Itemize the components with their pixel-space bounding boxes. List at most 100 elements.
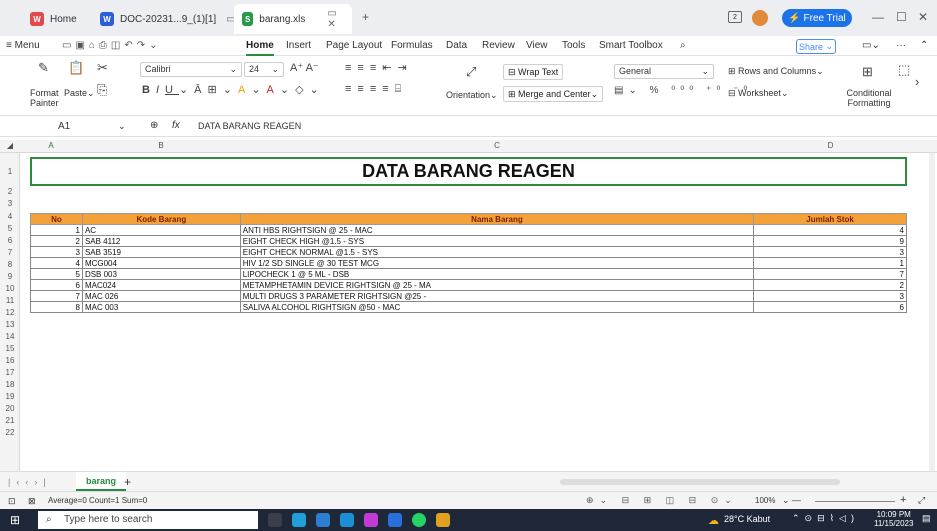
- copy-icon[interactable]: ⎘: [97, 82, 107, 98]
- cell-stok[interactable]: 3: [753, 290, 907, 302]
- tab-menu-smart-toolbox[interactable]: Smart Toolbox: [599, 40, 663, 51]
- cell-no[interactable]: 1: [30, 224, 83, 236]
- sheet-nav-icons[interactable]: |‹‹›|: [8, 477, 52, 487]
- tab-close-icon[interactable]: ▭ ✕: [327, 8, 344, 30]
- row-header[interactable]: 2: [0, 187, 20, 196]
- share-button[interactable]: Share ⌄: [796, 39, 836, 54]
- format-painter-button[interactable]: Format Painter: [30, 88, 60, 108]
- cell-kode[interactable]: DSB 003: [81, 268, 241, 280]
- collapse-ribbon-icon[interactable]: ⌃: [920, 40, 928, 51]
- cell-nama[interactable]: EIGHT CHECK NORMAL @1.5 - SYS: [239, 246, 755, 258]
- cell-no[interactable]: 5: [30, 268, 83, 280]
- status-view-icon[interactable]: ⊡: [8, 496, 16, 507]
- tab-menu-view[interactable]: View: [526, 40, 548, 51]
- file-explorer-icon[interactable]: [316, 513, 330, 527]
- cell-stok[interactable]: 3: [753, 246, 907, 258]
- cell-stok[interactable]: 7: [753, 268, 907, 280]
- search-icon[interactable]: ⌕: [680, 40, 686, 51]
- vscode-icon[interactable]: [388, 513, 402, 527]
- rows-columns-button[interactable]: ⊞ Rows and Columns⌄: [728, 66, 824, 77]
- taskbar-search[interactable]: ⌕ Type here to search: [38, 511, 258, 529]
- row-header[interactable]: 18: [0, 380, 20, 389]
- zoom-formula-icon[interactable]: ⊕: [150, 120, 158, 131]
- column-header-b[interactable]: B: [82, 141, 240, 150]
- header-no[interactable]: No: [30, 213, 83, 225]
- row-header[interactable]: 6: [0, 236, 20, 245]
- sheet-title-cell[interactable]: DATA BARANG REAGEN: [30, 157, 907, 186]
- cell-kode[interactable]: SAB 4112: [81, 235, 241, 247]
- window-layout-icon[interactable]: 2: [728, 11, 742, 23]
- cell-nama[interactable]: LIPOCHECK 1 @ 5 ML - DSB: [239, 268, 755, 280]
- font-style-icons[interactable]: BIU⌄Ā⊞⌄A⌄A⌄◇⌄: [142, 83, 325, 96]
- mail-icon[interactable]: [340, 513, 354, 527]
- name-box[interactable]: A1: [58, 121, 70, 132]
- row-header[interactable]: 12: [0, 308, 20, 317]
- select-all-corner[interactable]: ◢: [0, 141, 20, 150]
- tab-menu-data[interactable]: Data: [446, 40, 467, 51]
- increase-font-icon[interactable]: A⁺ A⁻: [290, 61, 319, 74]
- comment-icon[interactable]: ▭⌄: [862, 40, 880, 51]
- worksheet-button[interactable]: ⊟ Worksheet⌄: [728, 88, 788, 99]
- tab-menu-insert[interactable]: Insert: [286, 40, 311, 51]
- windows-start-icon[interactable]: ⊞: [10, 513, 20, 527]
- header-jumlah-stok[interactable]: Jumlah Stok: [753, 213, 907, 225]
- tab-menu-tools[interactable]: Tools: [562, 40, 585, 51]
- row-header[interactable]: 9: [0, 272, 20, 281]
- row-header[interactable]: 4: [0, 212, 20, 221]
- cell-nama[interactable]: ANTI HBS RIGHTSIGN @ 25 - MAC: [239, 224, 755, 236]
- orientation-button[interactable]: Orientation⌄: [446, 90, 498, 101]
- formula-input[interactable]: DATA BARANG REAGEN: [198, 121, 301, 131]
- vertical-scrollbar[interactable]: [929, 153, 935, 471]
- cell-no[interactable]: 8: [30, 301, 83, 313]
- whatsapp-icon[interactable]: [412, 513, 426, 527]
- app-icon[interactable]: [436, 513, 450, 527]
- free-trial-button[interactable]: ⚡ Free Trial: [782, 9, 852, 27]
- more-icon[interactable]: ···: [896, 40, 906, 51]
- ribbon-scroll-right-icon[interactable]: ›: [915, 74, 919, 89]
- fullscreen-icon[interactable]: ⤢: [918, 495, 925, 506]
- zoom-slider[interactable]: [815, 501, 895, 502]
- macro-icon[interactable]: ⊠: [28, 496, 36, 507]
- cell-stok[interactable]: 1: [753, 257, 907, 269]
- cell-nama[interactable]: MULTI DRUGS 3 PARAMETER RIGHTSIGN @25 -: [239, 290, 755, 302]
- function-icon[interactable]: fx: [172, 120, 180, 131]
- orientation-icon[interactable]: ⤢: [466, 64, 476, 80]
- cell-stok[interactable]: 4: [753, 224, 907, 236]
- cell-no[interactable]: 6: [30, 279, 83, 291]
- weather-text[interactable]: 28°C Kabut: [724, 514, 770, 524]
- cell-kode[interactable]: MAC024: [81, 279, 241, 291]
- cell-kode[interactable]: SAB 3519: [81, 246, 241, 258]
- tab-barang[interactable]: S barang.xls ▭ ✕: [234, 4, 352, 34]
- row-header[interactable]: 14: [0, 332, 20, 341]
- horizontal-scrollbar[interactable]: [560, 479, 840, 485]
- row-header[interactable]: 20: [0, 404, 20, 413]
- row-header[interactable]: 1: [0, 167, 20, 176]
- column-header-c[interactable]: C: [240, 141, 754, 150]
- conditional-formatting-button[interactable]: Conditional Formatting: [844, 88, 894, 108]
- row-header[interactable]: 21: [0, 416, 20, 425]
- wrap-text-button[interactable]: ⊟ Wrap Text: [503, 64, 564, 80]
- zoom-level[interactable]: 100%: [755, 496, 775, 505]
- cell-nama[interactable]: METAMPHETAMIN DEVICE RIGHTSIGN @ 25 - MA: [239, 279, 755, 291]
- cell-stok[interactable]: 6: [753, 301, 907, 313]
- cut-icon[interactable]: ✂: [97, 60, 108, 76]
- edge-icon[interactable]: [292, 513, 306, 527]
- close-icon[interactable]: ✕: [918, 10, 928, 24]
- cell-stok[interactable]: 9: [753, 235, 907, 247]
- row-header[interactable]: 15: [0, 344, 20, 353]
- row-header[interactable]: 3: [0, 199, 20, 208]
- row-header[interactable]: 16: [0, 356, 20, 365]
- system-tray-icons[interactable]: ⌃⊙⊟⌇◁): [792, 513, 859, 524]
- paste-button[interactable]: Paste⌄: [64, 88, 95, 99]
- avatar[interactable]: [752, 10, 768, 26]
- maximize-icon[interactable]: ☐: [896, 10, 907, 24]
- cell-kode[interactable]: MAC 003: [81, 301, 241, 313]
- menu-button[interactable]: ≡ Menu: [6, 40, 40, 51]
- cell-kode[interactable]: MCG004: [81, 257, 241, 269]
- minimize-icon[interactable]: —: [872, 10, 884, 24]
- column-header-a[interactable]: A: [20, 141, 82, 150]
- tab-doc[interactable]: W DOC-20231...9_(1)[1] ▭: [92, 4, 244, 34]
- merge-center-button[interactable]: ⊞ Merge and Center ⌄: [503, 86, 604, 102]
- cell-no[interactable]: 3: [30, 246, 83, 258]
- row-header[interactable]: 7: [0, 248, 20, 257]
